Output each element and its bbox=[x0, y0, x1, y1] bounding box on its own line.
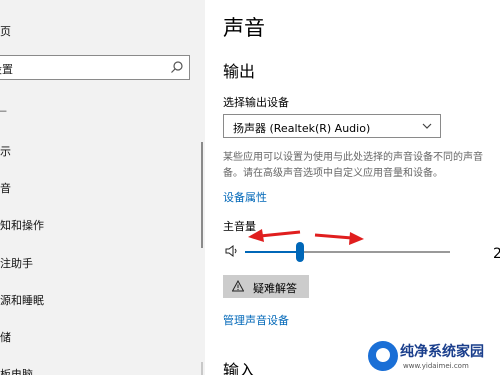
warning-icon bbox=[232, 280, 244, 292]
settings-nav-pane: 主页 设置 — 显示 声音 通知和操作 专注助手 电源和睡眠 存储 平板电脑 bbox=[0, 0, 205, 375]
nav-section-glyph: — bbox=[0, 104, 7, 117]
nav-scrollbar[interactable] bbox=[201, 142, 203, 248]
troubleshoot-button[interactable]: 疑难解答 bbox=[223, 275, 309, 298]
watermark-logo-icon bbox=[368, 341, 398, 371]
device-properties-link[interactable]: 设备属性 bbox=[223, 189, 267, 205]
troubleshoot-label: 疑难解答 bbox=[253, 282, 297, 295]
sound-settings-page: 声音 输出 选择输出设备 扬声器 (Realtek(R) Audio) 某些应用… bbox=[205, 0, 500, 375]
sidebar-item-focus-assist[interactable]: 专注助手 bbox=[0, 255, 33, 271]
watermark-title: 纯净系统家园 bbox=[400, 344, 484, 360]
search-icon[interactable] bbox=[170, 60, 184, 74]
output-device-dropdown[interactable]: 扬声器 (Realtek(R) Audio) bbox=[223, 114, 441, 138]
output-device-label: 选择输出设备 bbox=[223, 96, 289, 109]
speaker-icon[interactable] bbox=[225, 244, 239, 258]
watermark-url: www.yidaimei.com bbox=[403, 362, 469, 370]
nav-home[interactable]: 主页 bbox=[0, 23, 11, 39]
nav-scrollbar-track bbox=[201, 362, 203, 375]
master-volume-label: 主音量 bbox=[223, 220, 256, 233]
volume-value: 27 bbox=[493, 246, 500, 262]
sidebar-item-storage[interactable]: 存储 bbox=[0, 329, 11, 345]
output-section-header: 输出 bbox=[223, 62, 256, 81]
sidebar-item-sound[interactable]: 声音 bbox=[0, 180, 11, 196]
search-input[interactable]: 设置 bbox=[0, 55, 190, 80]
manage-sound-devices-link[interactable]: 管理声音设备 bbox=[223, 312, 289, 328]
sidebar-item-display[interactable]: 显示 bbox=[0, 143, 11, 159]
output-description-line: 备。请在高级声音选项中自定义应用音量和设备。 bbox=[223, 168, 443, 179]
search-placeholder: 设置 bbox=[0, 63, 13, 76]
master-volume-slider[interactable] bbox=[245, 241, 450, 263]
input-section-header: 输入 bbox=[223, 361, 256, 375]
slider-fill bbox=[245, 251, 301, 253]
sidebar-item-notifications[interactable]: 通知和操作 bbox=[0, 217, 44, 233]
sidebar-item-power-sleep[interactable]: 电源和睡眠 bbox=[0, 292, 44, 308]
watermark-logo-inner bbox=[376, 348, 390, 362]
slider-thumb[interactable] bbox=[296, 242, 305, 262]
output-description-line: 某些应用可以设置为使用与此处选择的声音设备不同的声音 bbox=[223, 152, 483, 163]
chevron-down-icon bbox=[422, 123, 432, 129]
page-title: 声音 bbox=[223, 16, 265, 40]
output-device-value: 扬声器 (Realtek(R) Audio) bbox=[233, 122, 371, 135]
output-description: 某些应用可以设置为使用与此处选择的声音设备不同的声音 备。请在高级声音选项中自定… bbox=[223, 150, 500, 182]
sidebar-item-tablet[interactable]: 平板电脑 bbox=[0, 366, 33, 375]
